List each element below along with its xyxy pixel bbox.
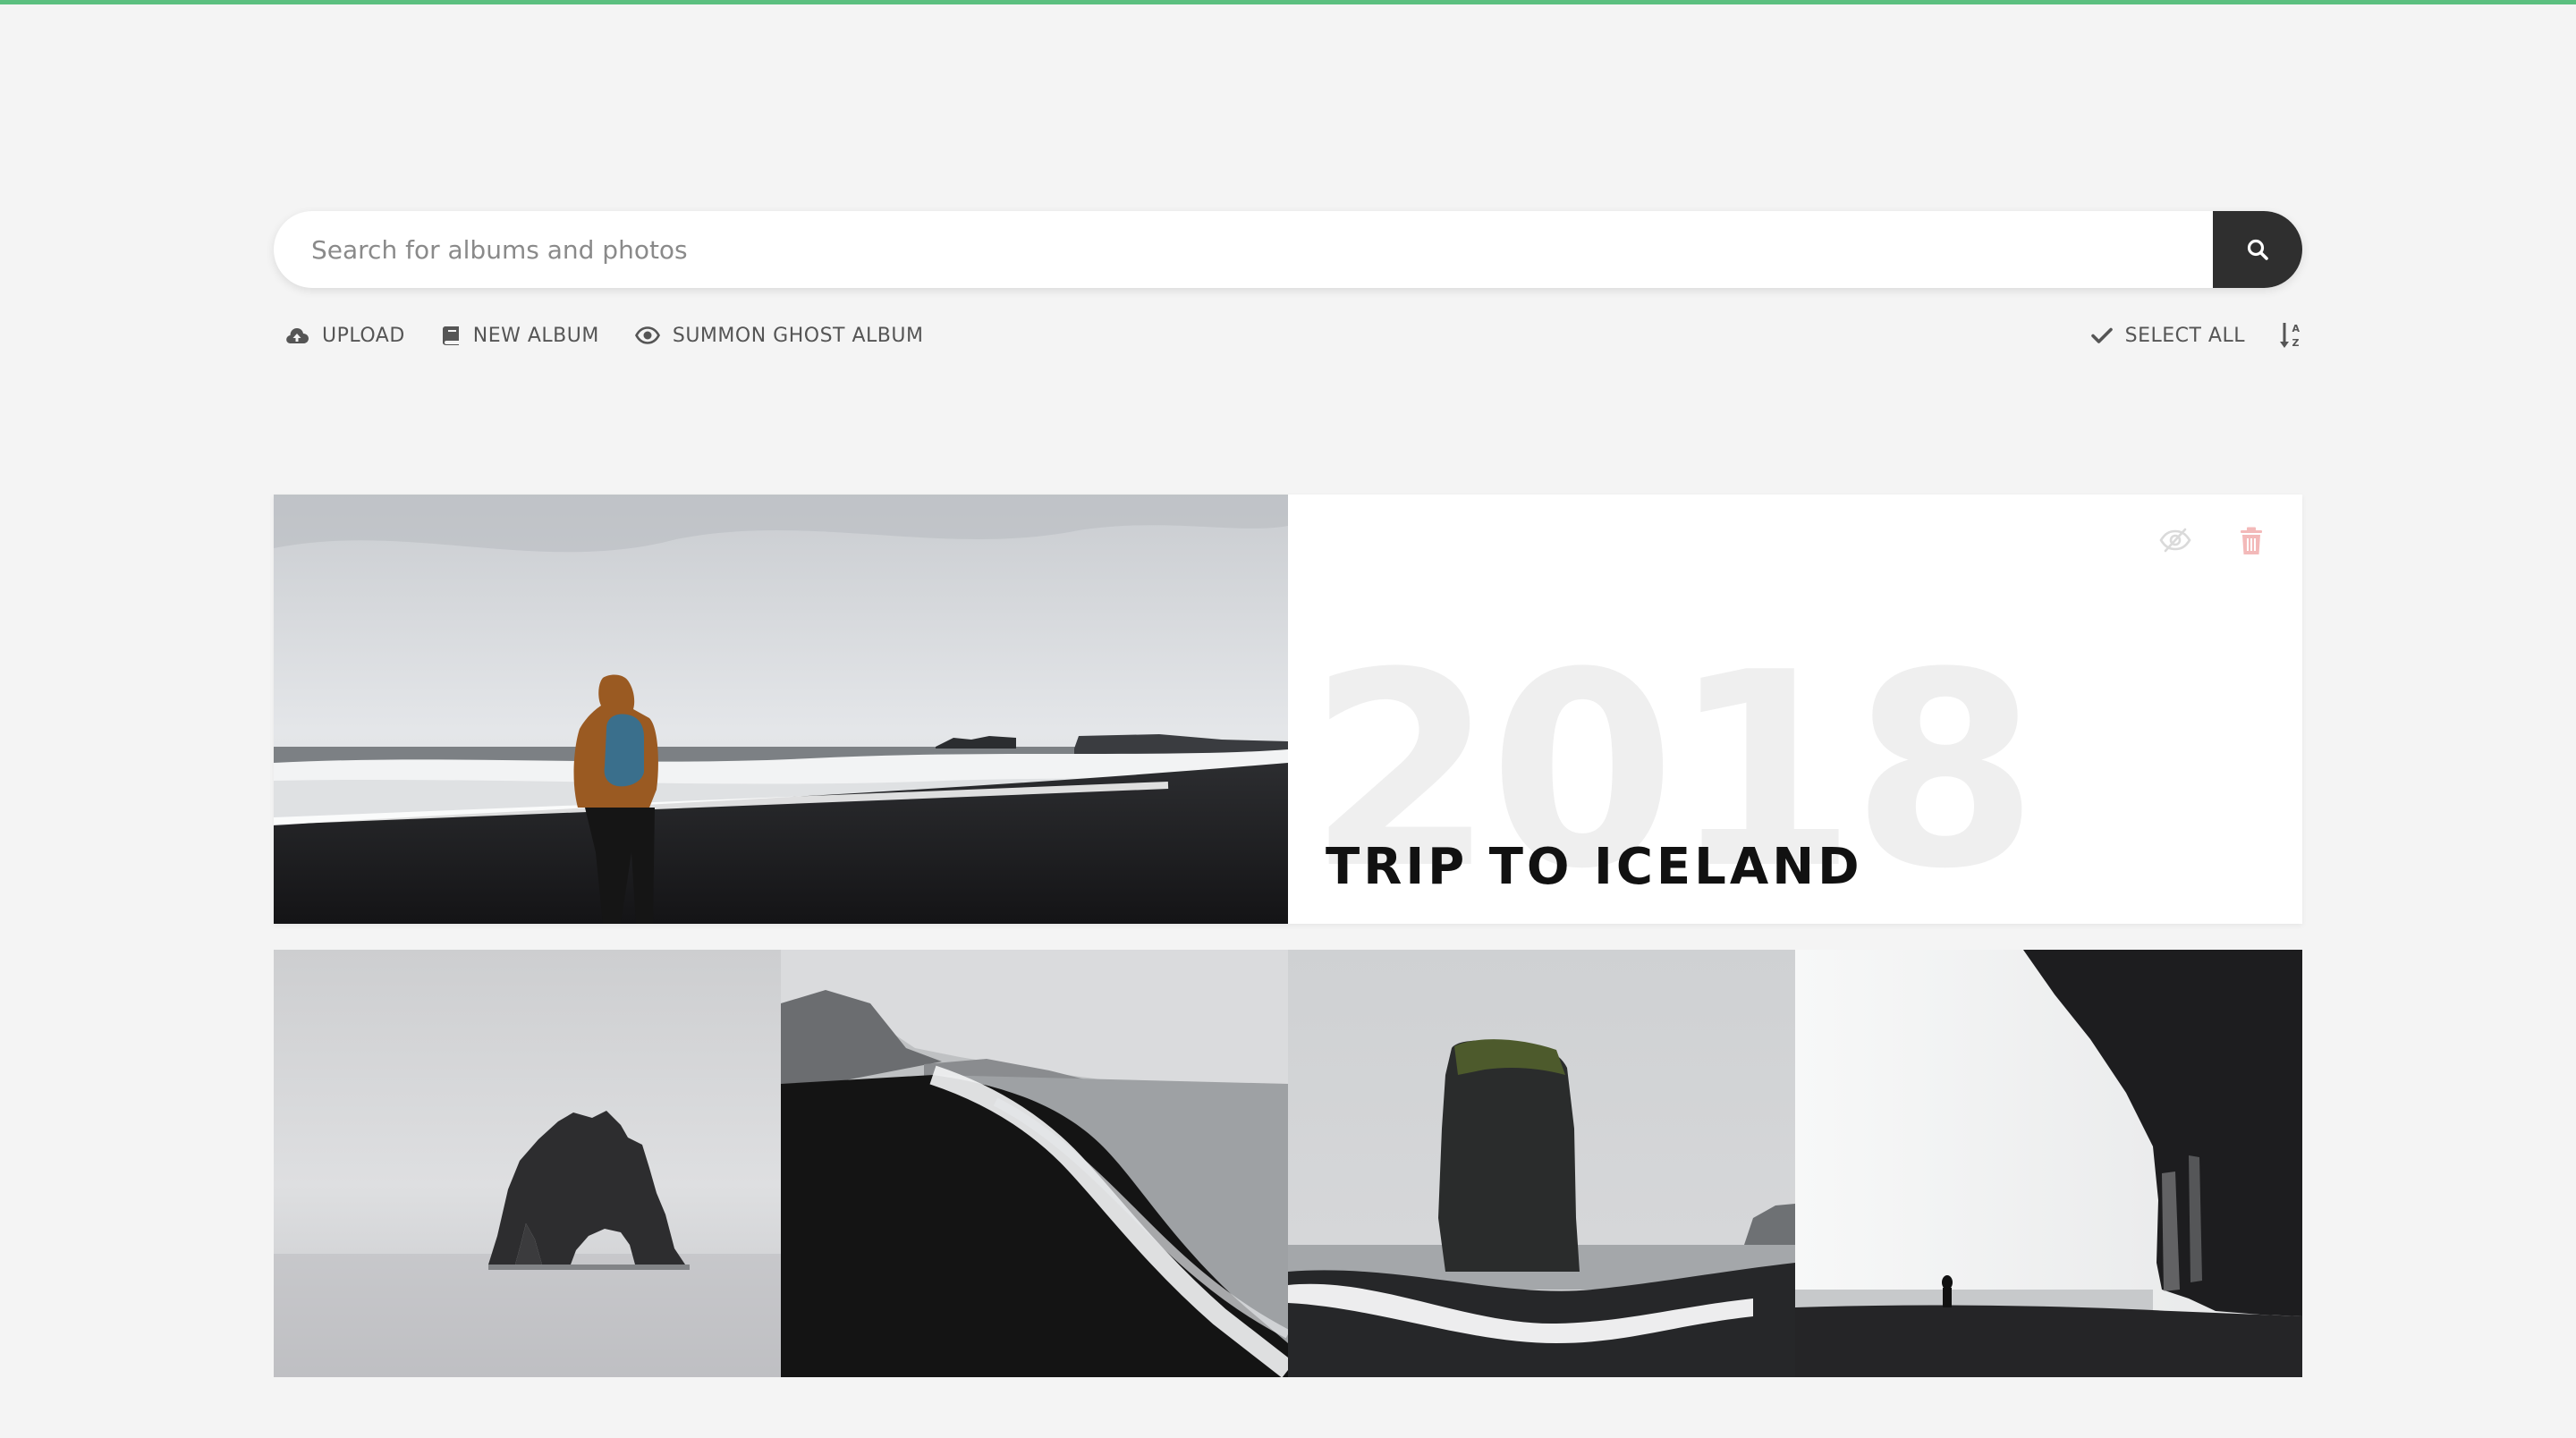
- search-bar: [274, 211, 2302, 288]
- photo-thumbnail[interactable]: [1795, 950, 2302, 1377]
- summon-ghost-album-button[interactable]: SUMMON GHOST ALBUM: [634, 324, 924, 347]
- sort-alpha-icon: A Z: [2279, 321, 2302, 350]
- select-all-label: SELECT ALL: [2124, 324, 2245, 347]
- top-progress-bar: [0, 0, 2576, 4]
- svg-text:A: A: [2292, 323, 2301, 334]
- new-album-label: NEW ALBUM: [472, 324, 599, 347]
- search-button[interactable]: [2213, 211, 2302, 288]
- delete-album-button[interactable]: [2240, 527, 2263, 555]
- new-album-button[interactable]: NEW ALBUM: [441, 325, 599, 347]
- cloud-upload-icon: [284, 326, 309, 345]
- svg-text:Z: Z: [2292, 337, 2300, 349]
- album-card[interactable]: 2018 TRIP TO ICELAND: [274, 495, 2302, 924]
- upload-button[interactable]: UPLOAD: [284, 325, 405, 347]
- search-icon: [2246, 238, 2269, 261]
- summon-ghost-album-label: SUMMON GHOST ALBUM: [672, 324, 924, 347]
- photo-thumbnail[interactable]: [781, 950, 1288, 1377]
- photo-grid: [274, 950, 2302, 1377]
- eye-slash-icon: [2158, 527, 2192, 554]
- photo-thumbnail[interactable]: [1288, 950, 1795, 1377]
- check-icon: [2090, 326, 2113, 344]
- select-all-button[interactable]: SELECT ALL: [2090, 324, 2245, 347]
- book-icon: [441, 325, 461, 346]
- toolbar-right: SELECT ALL A Z: [2090, 318, 2302, 352]
- upload-label: UPLOAD: [322, 324, 405, 347]
- toolbar: UPLOAD NEW ALBUM SUMMON GHOST ALBUM: [284, 318, 959, 352]
- photo-thumbnail[interactable]: [274, 950, 781, 1377]
- sort-button[interactable]: A Z: [2279, 321, 2302, 350]
- eye-icon: [634, 326, 660, 344]
- album-info-panel: 2018 TRIP TO ICELAND: [1288, 495, 2302, 924]
- hide-album-button[interactable]: [2158, 527, 2192, 554]
- search-input[interactable]: [311, 211, 2190, 288]
- album-cover-image[interactable]: [274, 495, 1288, 924]
- album-title[interactable]: TRIP TO ICELAND: [1326, 838, 1863, 896]
- trash-icon: [2240, 527, 2263, 555]
